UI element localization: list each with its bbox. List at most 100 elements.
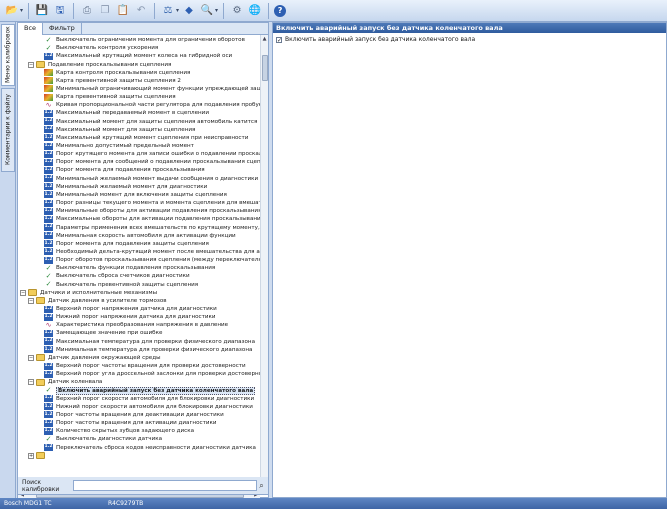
tree-item-label: Верхний порог напряжения датчика для диа… — [56, 306, 217, 313]
tree-item[interactable]: ✓ Выключатель превентивной защиты сцеплен… — [44, 280, 199, 289]
tree-folder[interactable]: − Датчик давления окружающей среды — [28, 354, 161, 362]
tree-item[interactable]: 1.2 Нижний порог напряжения датчика для д… — [44, 313, 216, 321]
save-icon[interactable]: 💾 — [34, 3, 50, 19]
tab-file-comments[interactable]: Комментарии к файлу — [1, 88, 15, 172]
emergency-start-checkbox-row[interactable]: ✓ Включить аварийный запуск без датчика … — [276, 36, 666, 43]
tree-item[interactable]: 1.2 Максимальный момент для защиты сцепле… — [44, 118, 257, 126]
copy-icon[interactable]: ❐ — [97, 3, 113, 19]
collapse-icon[interactable]: − — [28, 354, 34, 361]
undo-icon[interactable]: ↶ — [133, 3, 149, 19]
curve-icon: ∿ — [45, 320, 52, 329]
tree-item[interactable]: ✓ Выключатель диагностики датчика — [44, 435, 162, 443]
tree-folder[interactable]: − Подавление проскальзывания сцепления — [28, 60, 171, 69]
tree-item[interactable]: Карта контроля проскальзывания сцепления — [44, 69, 190, 77]
tree-item[interactable]: 1.2 Порог частоты вращения для активации … — [44, 419, 216, 427]
tree-item-label: Порог частоты вращения для деактивации д… — [56, 411, 224, 418]
tab-calibration-menu[interactable]: Меню калибровок — [1, 24, 15, 86]
tree-item[interactable]: 1.2 Порог оборотов проскальзывания сцепле… — [44, 256, 260, 264]
scroll-up-icon[interactable]: ▲ — [261, 35, 268, 43]
value-icon: 1.2 — [44, 240, 53, 248]
tree-item[interactable]: ✓ Выключатель контроля ускорения — [44, 43, 159, 52]
tree-item-label: Датчик давления окружающей среды — [48, 354, 161, 361]
tree-item[interactable]: 1.2 Параметры применения всех вмешательст… — [44, 223, 260, 232]
tree-item[interactable]: 1.2 Необходимый дельта-крутящий момент по… — [44, 248, 260, 256]
switch-icon: ✓ — [45, 280, 52, 289]
save-as-icon[interactable]: 🖫 — [52, 3, 68, 19]
tree-item[interactable]: 1.2 Минимальный желаемый момент для диагн… — [44, 183, 207, 191]
help-icon[interactable]: ? — [274, 4, 287, 17]
tree-item[interactable]: ✓ Выключатель функции подавления проскаль… — [44, 264, 216, 272]
search-icon[interactable]: 🔍 — [199, 3, 215, 19]
tree-item[interactable]: 1.2 Минимальные обороты для активации под… — [44, 207, 260, 215]
switch-icon: ✓ — [45, 271, 52, 280]
tree-item[interactable]: 1.2 Порог момента для подавления защиты с… — [44, 240, 209, 248]
tree-item[interactable]: 1.2 Минимально допустимый предельный моме… — [44, 142, 194, 150]
tree-item[interactable]: 1.2 Нижний порог скорости автомобиля для … — [44, 403, 253, 411]
paste-icon[interactable]: 📋 — [115, 3, 131, 19]
tree-item[interactable]: ∿ Кривая пропорциональной части регулятор… — [44, 101, 260, 109]
tree-item[interactable]: 1.2 Минимальный момент для включения защи… — [44, 191, 227, 199]
tree-item[interactable]: ✓ Включить аварийный запуск без датчика к… — [44, 386, 256, 395]
collapse-icon[interactable]: − — [28, 297, 34, 304]
tree-item[interactable]: 1.2 Порог момента для сообщений о подавле… — [44, 158, 260, 166]
collapse-icon[interactable]: − — [20, 289, 26, 296]
calibration-search-bar: Поиск калибровки ⌕ — [17, 477, 269, 495]
tree-item[interactable]: 1.2 Порог крутящего момента для записи ош… — [44, 150, 260, 158]
tree-folder[interactable]: − Датчики и исполнительные механизмы — [20, 289, 157, 297]
tree-item[interactable]: 1.2 Верхний порог частоты вращения для пр… — [44, 362, 246, 370]
tree-item[interactable]: Карта превентивной защиты сцепления 2 — [44, 77, 181, 85]
tree-item[interactable]: 1.2 Максимальный крутящий момент сцеплени… — [44, 134, 248, 142]
switch-icon: ✓ — [45, 43, 52, 52]
tree-item[interactable]: 1.2 Порог момента для подавления проскаль… — [44, 166, 205, 174]
settings-icon[interactable]: ⚙ — [229, 3, 245, 19]
tree-item-label: Порог момента для подавления проскальзыв… — [56, 167, 205, 174]
tree-item-label: Порог частоты вращения для активации диа… — [56, 420, 217, 427]
tree-item[interactable]: ✓ Выключатель сброса счетчиков диагностик… — [44, 272, 190, 280]
tree-item[interactable]: ∿ Характеристика преобразования напряжени… — [44, 320, 229, 329]
tree-item[interactable]: 1.2 Максимальные обороты для активации по… — [44, 215, 260, 223]
tab-all[interactable]: Все — [18, 23, 44, 35]
scroll-thumb[interactable] — [262, 55, 268, 81]
open-folder-icon[interactable]: 📂 — [4, 3, 20, 19]
print-icon[interactable]: ⎙ — [79, 3, 95, 19]
collapse-icon[interactable]: − — [28, 61, 34, 68]
tree-vertical-scrollbar[interactable]: ▲ ▼ — [260, 35, 268, 491]
tree-item[interactable]: 1.2 Верхний порог напряжения датчика для … — [44, 305, 217, 313]
search-icon[interactable]: ⌕ — [259, 481, 268, 490]
search-input[interactable] — [72, 480, 258, 491]
tree-item[interactable]: 1.2 Минимальная скорость автомобиля для а… — [44, 232, 236, 240]
tree-item[interactable]: 1.2 Минимальная температура для проверки … — [44, 346, 252, 354]
tree-item[interactable]: 1.2 Максимальный момент для защиты сцепле… — [44, 126, 195, 134]
checkbox-icon[interactable]: ✓ — [276, 36, 282, 43]
tree-item[interactable]: 1.2 Минимальный желаемый момент выдачи со… — [44, 175, 260, 183]
tree-item[interactable]: 1.2 Количество скрытых зубцов задающего д… — [44, 427, 194, 435]
map-icon — [44, 77, 53, 85]
tree-item[interactable]: 1.2 Максимальная температура для проверки… — [44, 338, 255, 346]
checksum-icon[interactable]: ◆ — [181, 3, 197, 19]
tree-item[interactable]: 1.2 Максимальный передаваемый момент в сц… — [44, 109, 209, 117]
tree-item[interactable]: 1.2 Верхний порог скорости автомобиля для… — [44, 395, 254, 403]
dropdown-arrow-icon[interactable]: ▾ — [20, 7, 23, 14]
tree-item-label: Датчики и исполнительные механизмы — [40, 289, 158, 296]
tree-folder[interactable]: + — [28, 452, 48, 460]
value-icon: 1.2 — [44, 183, 53, 191]
tree-item[interactable]: 1.2 Порог частоты вращения для деактиваци… — [44, 411, 224, 419]
tree-item[interactable]: 1.2 Переключатель сброса кодов неисправно… — [44, 444, 256, 452]
tree-item[interactable]: 1.2 Верхний порог угла дроссельной заслон… — [44, 370, 260, 378]
tree-item[interactable]: ✓ Выключатель ограничения момента для огр… — [44, 36, 245, 44]
vertical-tab-strip: Меню калибровок Комментарии к файлу — [0, 22, 16, 498]
globe-icon[interactable]: 🌐 — [247, 3, 263, 19]
tree-item[interactable]: Карта превентивной защиты сцепления — [44, 93, 176, 101]
tree-item[interactable]: Минимальный ограничивающий момент функци… — [44, 85, 260, 93]
tree-folder[interactable]: − Датчик коленвала — [28, 378, 102, 386]
dropdown-arrow-icon[interactable]: ▾ — [215, 7, 218, 14]
tab-filter[interactable]: Фильтр — [43, 23, 82, 35]
compare-icon[interactable]: ⚖ — [160, 3, 176, 19]
tree-item[interactable]: 1.2 Замещающее значение при ошибке — [44, 329, 162, 337]
collapse-icon[interactable]: − — [28, 379, 34, 386]
dropdown-arrow-icon[interactable]: ▾ — [176, 7, 179, 14]
tree-folder[interactable]: − Датчик давления в усилителе тормозов — [28, 297, 167, 305]
expand-icon[interactable]: + — [28, 452, 34, 459]
tree-item[interactable]: 1.2 Максимальный крутящий момент колеса н… — [44, 52, 232, 60]
tree-item[interactable]: 1.2 Порог разницы текущего момента и моме… — [44, 199, 260, 207]
